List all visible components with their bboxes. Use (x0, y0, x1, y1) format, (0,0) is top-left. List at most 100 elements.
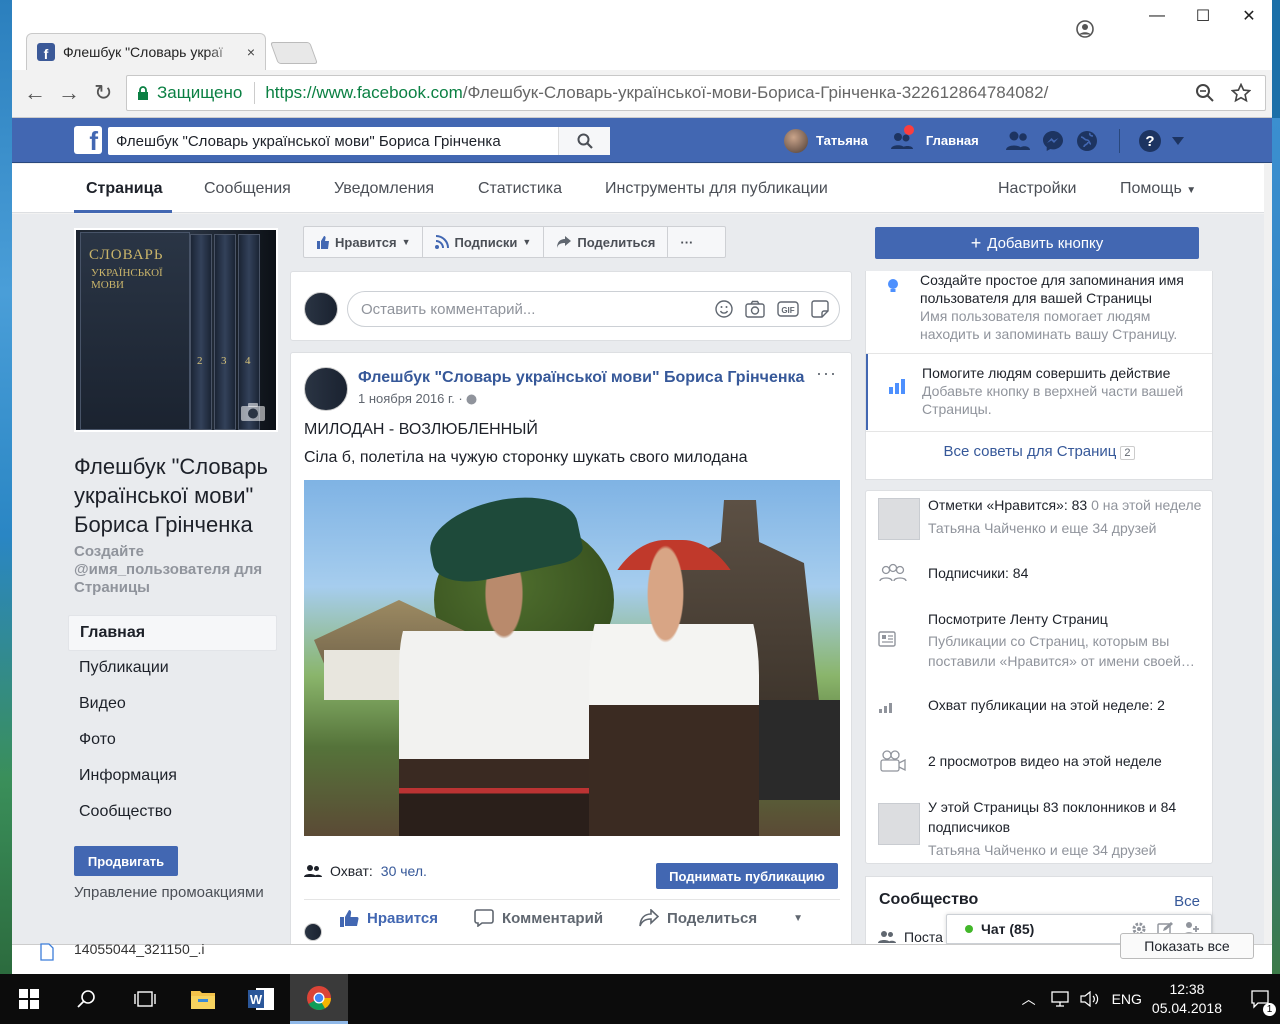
tab-messages[interactable]: Сообщения (204, 180, 291, 198)
community-see-all-link[interactable]: Все (1174, 893, 1200, 910)
tab-page[interactable]: Страница (86, 180, 163, 198)
address-bar[interactable]: Защищено https://www.facebook.com/Флешбу… (126, 75, 1266, 111)
help-menu[interactable]: Помощь ▼ (1120, 180, 1196, 198)
page-avatar (304, 292, 338, 326)
windows-start-icon[interactable] (0, 974, 58, 1024)
maximize-icon[interactable]: ☐ (1180, 6, 1226, 26)
minimize-icon[interactable]: — (1134, 7, 1180, 25)
menu-item-home[interactable]: Главная (68, 615, 277, 651)
forward-icon[interactable]: → (58, 82, 80, 104)
clock[interactable]: 12:38 05.04.2018 (1152, 980, 1222, 1018)
menu-item-photos[interactable]: Фото (68, 723, 277, 759)
search-icon[interactable] (58, 974, 116, 1024)
follow-button[interactable]: Подписки ▼ (423, 227, 545, 257)
help-icon[interactable]: ? (1138, 129, 1162, 153)
tab-notifications[interactable]: Уведомления (334, 180, 434, 198)
user-name[interactable]: Татьяна (816, 133, 868, 148)
book-spine: 3 (214, 234, 236, 430)
menu-item-info[interactable]: Информация (68, 759, 277, 795)
task-view-icon[interactable] (116, 974, 174, 1024)
add-button-button[interactable]: + Добавить кнопку (875, 227, 1199, 259)
followers-stat[interactable]: Подписчики: 84 (866, 563, 1212, 583)
url-host: https://www.facebook.com (265, 83, 463, 102)
tip-username[interactable]: Создайте простое для запоминания имя пол… (866, 271, 1212, 343)
volume-icon[interactable] (1079, 991, 1100, 1007)
manage-promotions-link[interactable]: Управление промоакциями (74, 884, 264, 901)
tab-publishing-tools[interactable]: Инструменты для публикации (605, 180, 828, 198)
page-stats-panel: Отметки «Нравится»: 83 0 на этой неделе … (865, 490, 1213, 864)
action-center-icon[interactable]: 1 (1240, 974, 1280, 1024)
user-avatar[interactable] (784, 128, 808, 153)
followers-icon (878, 563, 908, 583)
show-all-downloads-button[interactable]: Показать все (1120, 933, 1254, 959)
tip-add-action[interactable]: Помогите людям совершить действие Добавь… (866, 354, 1212, 430)
menu-item-community[interactable]: Сообщество (68, 795, 277, 831)
camera-icon[interactable] (240, 402, 266, 422)
likes-stat[interactable]: Отметки «Нравится»: 83 0 на этой неделе … (866, 495, 1212, 540)
post-author-name[interactable]: Флешбук "Словарь української мови" Борис… (358, 369, 804, 387)
friend-requests-icon[interactable] (890, 124, 914, 151)
sticker-icon[interactable] (811, 300, 829, 318)
account-menu-caret-icon[interactable] (1171, 136, 1184, 145)
post-like-button[interactable]: Нравится (339, 909, 438, 927)
share-page-button[interactable]: Поделиться (544, 227, 669, 257)
caret-down-icon: ▼ (522, 237, 532, 247)
notifications-globe-icon[interactable] (1075, 129, 1099, 153)
browser-tab[interactable]: f Флешбук "Словарь украї × (26, 33, 266, 70)
close-window-icon[interactable]: ✕ (1226, 6, 1272, 26)
emoji-icon[interactable] (715, 300, 733, 318)
menu-item-posts[interactable]: Публикации (68, 651, 277, 687)
file-explorer-icon[interactable] (174, 974, 232, 1024)
zoom-icon[interactable] (1195, 83, 1215, 103)
post-reach-stat[interactable]: Охват публикации на этой неделе: 2 (866, 695, 1212, 715)
community-posts-row[interactable]: Поста (878, 929, 943, 944)
bookmark-star-icon[interactable] (1231, 83, 1251, 103)
messenger-icon[interactable] (1041, 129, 1065, 153)
more-options-button[interactable]: ··· (668, 227, 705, 257)
post-share-button[interactable]: Поделиться (639, 909, 757, 927)
page-profile-photo[interactable]: СЛОВАРЬ УКРАЇНСЬКОЇ МОВИ 2 3 4 (74, 228, 278, 432)
page-title[interactable]: Флешбук "Словарь української мови" Борис… (74, 452, 284, 539)
post-date[interactable]: 1 ноября 2016 г. · (358, 391, 477, 406)
create-username-link[interactable]: Создайте @имя_пользователя для Страницы (74, 543, 284, 597)
facebook-search-input[interactable]: Флешбук "Словарь української мови" Борис… (108, 127, 610, 155)
facebook-logo-icon[interactable]: f (74, 126, 102, 154)
gif-icon[interactable]: GIF (777, 300, 799, 318)
all-page-tips-link[interactable]: Все советы для Страниц 2 (866, 443, 1212, 460)
show-hidden-icons-chevron-icon[interactable]: ︿ (1022, 989, 1036, 1009)
reach-value[interactable]: 30 чел. (381, 863, 427, 879)
page-scrollbar[interactable] (1264, 164, 1272, 944)
comment-input[interactable]: Оставить комментарий... GIF (347, 291, 840, 327)
post-reach: Охват: 30 чел. (304, 863, 427, 879)
tab-close-icon[interactable]: × (247, 44, 255, 60)
tab-statistics[interactable]: Статистика (478, 180, 562, 198)
camera-icon[interactable] (745, 300, 765, 318)
pages-feed-stat[interactable]: Посмотрите Ленту Страниц Публикации со С… (866, 609, 1212, 671)
post-author-avatar[interactable] (304, 367, 348, 411)
post-as-selector[interactable]: ▼ (304, 909, 803, 941)
new-tab-button[interactable] (269, 42, 319, 64)
book-subtitle: УКРАЇНСЬКОЇ МОВИ (91, 267, 163, 291)
search-icon[interactable] (558, 127, 610, 155)
word-icon[interactable]: W (232, 974, 290, 1024)
home-link[interactable]: Главная (926, 133, 979, 148)
network-icon[interactable] (1050, 991, 1070, 1007)
download-file-name[interactable]: 14055044_321150_.i (74, 941, 205, 957)
fans-stat[interactable]: У этой Страницы 83 поклонников и 84 подп… (866, 797, 1212, 860)
boost-post-button[interactable]: Поднимать публикацию (656, 863, 838, 889)
post-photo[interactable] (304, 480, 840, 836)
input-language[interactable]: ENG (1112, 991, 1142, 1007)
chrome-taskbar-icon[interactable] (290, 974, 348, 1024)
friends-icon[interactable] (1005, 130, 1031, 152)
tab-settings[interactable]: Настройки (998, 180, 1076, 198)
promote-button[interactable]: Продвигать (74, 846, 178, 876)
back-icon[interactable]: ← (24, 82, 46, 104)
chrome-profile-icon[interactable] (1076, 20, 1094, 38)
reload-icon[interactable]: ↻ (94, 82, 112, 104)
chrome-menu-icon[interactable]: ⋮ (1270, 82, 1272, 104)
menu-item-video[interactable]: Видео (68, 687, 277, 723)
like-page-button[interactable]: Нравится ▼ (304, 227, 424, 257)
post-comment-button[interactable]: Комментарий (474, 909, 603, 927)
post-options-icon[interactable]: ··· (816, 363, 837, 384)
video-views-stat[interactable]: 2 просмотров видео на этой неделе (866, 750, 1212, 772)
